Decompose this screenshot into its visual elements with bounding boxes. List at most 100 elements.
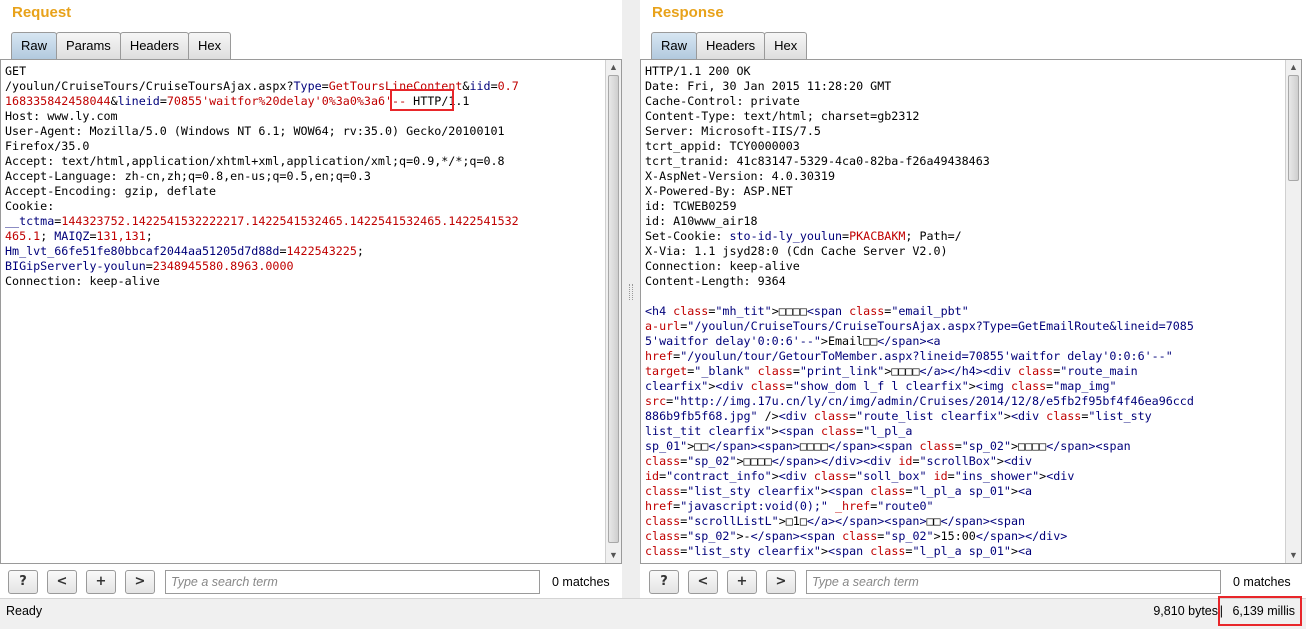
code-token: User-Agent: Mozilla/5.0 (Windows NT 6.1;… [5,124,505,138]
code-token: <span [827,484,871,498]
code-token: "mh_tit" [715,304,772,318]
code-line: User-Agent: Mozilla/5.0 (Windows NT 6.1;… [5,124,601,139]
response-search-matches: 0 matches [1233,575,1291,589]
code-token: href [645,349,674,363]
code-line: tcrt_appid: TCY0000003 [645,139,1281,154]
code-token: Date: Fri, 30 Jan 2015 11:28:20 GMT [645,79,892,93]
request-tabs: Raw Params Headers Hex [11,32,232,59]
response-text[interactable]: HTTP/1.1 200 OK Date: Fri, 30 Jan 2015 11… [645,64,1281,559]
code-line: Firefox/35.0 [5,139,601,154]
request-editor[interactable]: GET/youlun/CruiseTours/CruiseToursAjax.a… [0,59,622,564]
code-token: □□ [926,514,941,528]
scroll-up-icon[interactable]: ▲ [606,60,621,75]
code-token: Content-Length: 9364 [645,274,786,288]
code-token: Type [293,79,322,93]
code-token: = [792,364,800,378]
code-token: <span [778,424,821,438]
code-line: <h4 class="mh_tit">□□□□<span class="emai… [645,304,1281,319]
code-line: class="list_sty clearfix"><span class="l… [645,544,1281,559]
response-scrollbar[interactable]: ▲ ▼ [1285,60,1301,563]
code-token: class [1018,364,1054,378]
code-token: a-url [645,319,681,333]
code-line: Connection: keep-alive [5,274,601,289]
request-search-matches: 0 matches [552,575,610,589]
response-search-help-button[interactable]: ? [649,570,679,594]
code-token: class [645,484,681,498]
response-scroll-thumb[interactable] [1288,75,1299,181]
response-tab-raw[interactable]: Raw [651,32,698,59]
code-token: 131,131 [96,229,146,243]
splitter-grip-icon[interactable] [629,284,633,300]
request-search-next-button[interactable]: > [125,570,155,594]
code-token: "sp_02" [687,454,737,468]
code-token: & [110,94,118,108]
request-scroll-thumb[interactable] [608,75,619,543]
code-line: Server: Microsoft-IIS/7.5 [645,124,1281,139]
request-text[interactable]: GET/youlun/CruiseTours/CruiseToursAjax.a… [5,64,601,289]
request-search-input[interactable] [165,570,540,594]
scroll-down-icon[interactable]: ▼ [1286,548,1301,563]
response-search-next-button[interactable]: > [766,570,796,594]
code-line: Date: Fri, 30 Jan 2015 11:28:20 GMT [645,79,1281,94]
code-token: >□1□ [778,514,807,528]
code-line: 168335842458044&lineid=70855'waitfor%20d… [5,94,601,109]
code-token: Firefox/35.0 [5,139,90,153]
code-token: 2348945580.8963.0000 [152,259,294,273]
code-token: >□□□□ [736,454,772,468]
code-token: = [785,379,793,393]
code-line: class="list_sty clearfix"><span class="l… [645,484,1281,499]
response-search-add-button[interactable]: + [727,570,757,594]
code-line: Content-Type: text/html; charset=gb2312 [645,109,1281,124]
code-token: "route0" [877,499,934,513]
response-editor[interactable]: HTTP/1.1 200 OK Date: Fri, 30 Jan 2015 11… [640,59,1302,564]
code-line: GET [5,64,601,79]
response-tab-hex[interactable]: Hex [764,32,808,59]
code-token: <div [863,454,899,468]
request-scrollbar[interactable]: ▲ ▼ [605,60,621,563]
request-tab-params[interactable]: Params [56,32,121,59]
request-search-help-button[interactable]: ? [8,570,38,594]
response-search-prev-button[interactable]: < [688,570,718,594]
code-token: </span> [828,439,878,453]
scroll-up-icon[interactable]: ▲ [1286,60,1301,75]
code-token: __tctma [5,214,55,228]
code-token: X-AspNet-Version: 4.0.30319 [645,169,835,183]
code-token: "/youlun/tour/GetourToMember.aspx?lineid… [680,349,1173,363]
pane-splitter[interactable] [622,0,640,598]
code-line: X-Powered-By: ASP.NET [645,184,1281,199]
code-token: > [820,484,828,498]
code-token: <div [715,379,751,393]
code-token: Cookie: [5,199,55,213]
code-token: ; [145,229,153,243]
response-search-input[interactable] [806,570,1221,594]
code-token: MAIQZ [54,229,90,243]
status-bar: Ready 9,810 bytes | 6,139 millis [0,598,1306,629]
status-ready: Ready [6,604,43,618]
code-token: id [926,469,948,483]
request-title: Request [12,4,72,21]
request-tab-raw[interactable]: Raw [11,32,58,59]
code-token: "http://img.17u.cn/ly/cn/img/admin/Cruis… [673,394,1194,408]
code-token: <div [1010,409,1047,423]
scroll-down-icon[interactable]: ▼ [606,548,621,563]
code-token: = [490,79,498,93]
code-token: "soll_box" [856,469,927,483]
response-tab-headers[interactable]: Headers [696,32,766,59]
code-line: target="_blank" class="print_link">□□□□<… [645,364,1281,379]
request-tab-headers[interactable]: Headers [119,32,189,59]
code-token: class [750,379,786,393]
request-search-prev-button[interactable]: < [47,570,77,594]
code-token: > [820,544,828,558]
code-token: class [645,514,681,528]
code-token: >- [736,529,751,543]
code-token: > [771,469,779,483]
code-line: Connection: keep-alive [645,259,1281,274]
request-tab-hex[interactable]: Hex [187,32,232,59]
code-token: class [1010,379,1047,393]
code-token: </span> [1046,439,1096,453]
code-token: class [813,409,850,423]
code-token: Accept: text/html,application/xhtml+xml,… [5,154,505,168]
request-search-add-button[interactable]: + [86,570,116,594]
code-token: Cache-Control: private [645,94,800,108]
code-token: Server: Microsoft-IIS/7.5 [645,124,821,138]
